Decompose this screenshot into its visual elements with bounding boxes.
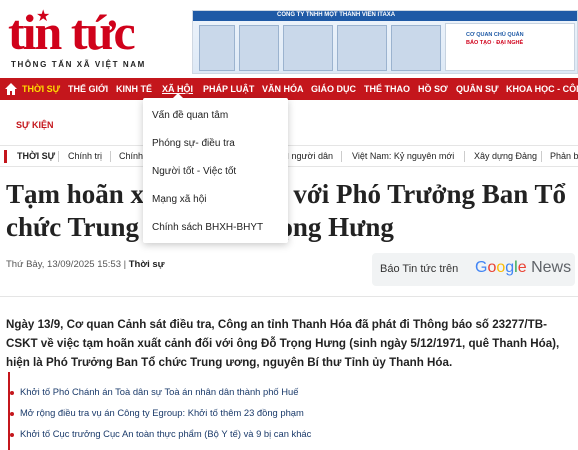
dropdown-item-bhxh-bhyt[interactable]: Chính sách BHXH-BHYT <box>152 222 263 233</box>
topic-chinh-tri[interactable]: Chính trị <box>68 146 102 167</box>
bullet-icon <box>10 433 14 437</box>
banner-image <box>391 25 441 71</box>
topic-xay-dung-dang[interactable]: Xây dựng Đảng <box>474 146 537 167</box>
banner-image <box>283 25 333 71</box>
logo-star-icon: ★ <box>36 8 51 25</box>
nav-item-the-gioi[interactable]: THẾ GIỚI <box>68 78 108 100</box>
su-kien-link[interactable]: SỰ KIỆN <box>16 120 53 130</box>
nav-item-thoi-su[interactable]: THỜI SỰ <box>22 78 60 100</box>
banner-text: CÔNG TY TNHH MỘT THÀNH VIÊN ITAXA <box>277 12 396 18</box>
topic-divider <box>464 151 465 162</box>
dropdown-item-phong-su-dieu-tra[interactable]: Phóng sự- điều tra <box>152 138 235 149</box>
dropdown-item-van-de-quan-tam[interactable]: Vấn đề quan tâm <box>152 110 228 121</box>
home-icon[interactable] <box>4 82 18 96</box>
banner-card: CƠ QUAN CHỦ QUẢN BÁO TẠO · ĐẠI NGHÉ <box>445 23 575 71</box>
topic-phan-bac[interactable]: Phản b <box>550 146 578 167</box>
article-category[interactable]: Thời sự <box>129 259 165 270</box>
logo-title: tin tức <box>8 4 136 60</box>
related-link[interactable]: Khởi tố Phó Chánh án Toà dân sự Toà án n… <box>20 386 298 397</box>
topic-divider <box>541 151 542 162</box>
section-divider <box>0 296 578 297</box>
topic-thoi-su[interactable]: THỜI SỰ <box>17 146 55 167</box>
banner-card-line: CƠ QUAN CHỦ QUẢN <box>466 32 524 38</box>
xa-hoi-dropdown-menu: Vấn đề quan tâm Phóng sự- điều tra Người… <box>143 93 288 243</box>
banner-image <box>337 25 387 71</box>
dropdown-item-mang-xa-hoi[interactable]: Mạng xã hội <box>152 194 206 205</box>
dropdown-item-nguoi-tot-viec-tot[interactable]: Người tốt - Việc tốt <box>152 166 236 177</box>
nav-item-phap-luat[interactable]: PHÁP LUẬT <box>203 78 254 100</box>
related-link[interactable]: Khởi tố Cục trưởng Cục An toàn thực phẩm… <box>20 428 311 439</box>
site-logo[interactable]: tin tức ★ THÔNG TẤN XÃ VIỆT NAM <box>8 4 178 72</box>
topics-strip: THỜI SỰ Chính trị Chính vì người dân Việ… <box>0 146 578 167</box>
topic-ky-nguyen-moi[interactable]: Việt Nam: Kỷ nguyên mới <box>352 146 454 167</box>
banner-image <box>199 25 235 71</box>
topics-marker <box>4 150 7 163</box>
dropdown-caret-icon <box>173 93 183 98</box>
nav-item-van-hoa[interactable]: VĂN HÓA <box>262 78 304 100</box>
related-articles: Khởi tố Phó Chánh án Toà dân sự Toà án n… <box>8 372 574 450</box>
banner-image <box>239 25 279 71</box>
article-lead: Ngày 13/9, Cơ quan Cảnh sát điều tra, Cô… <box>6 318 560 369</box>
topic-vi-nguoi-dan[interactable]: vì người dân <box>282 146 333 167</box>
section-subheader <box>0 100 578 146</box>
google-news-logo: Google News <box>475 259 572 276</box>
logo-subtitle: THÔNG TẤN XÃ VIỆT NAM <box>11 60 146 69</box>
site-header: tin tức ★ THÔNG TẤN XÃ VIỆT NAM CÔNG TY … <box>0 0 578 78</box>
banner-card-line: BÁO TẠO · ĐẠI NGHÉ <box>466 40 524 46</box>
google-news-button[interactable]: Báo Tin tức trên Google News <box>372 253 575 286</box>
topic-divider <box>341 151 342 162</box>
related-link[interactable]: Mở rộng điều tra vụ án Công ty Egroup: K… <box>20 407 304 418</box>
bullet-icon <box>10 412 14 416</box>
article-meta: Thứ Bảy, 13/09/2025 15:53 | Thời sự <box>6 259 165 270</box>
page: tin tức ★ THÔNG TẤN XÃ VIỆT NAM CÔNG TY … <box>0 0 578 450</box>
article-headline: Tạm hoãn xuất cảnh đối với Phó Trưởng Ba… <box>6 179 566 242</box>
topic-chinh[interactable]: Chính <box>119 146 143 167</box>
topic-divider <box>58 151 59 162</box>
nav-item-khoa-hoc[interactable]: KHOA HỌC - CÔNG <box>506 78 578 100</box>
nav-item-giao-duc[interactable]: GIÁO DỤC <box>311 78 356 100</box>
nav-item-the-thao[interactable]: THỂ THAO <box>364 78 410 100</box>
google-news-label: Báo Tin tức trên <box>380 263 459 275</box>
nav-item-ho-so[interactable]: HỒ SƠ <box>418 78 448 100</box>
article-date: Thứ Bảy, 13/09/2025 15:53 <box>6 259 121 270</box>
topic-divider <box>110 151 111 162</box>
main-nav: THỜI SỰ THẾ GIỚI KINH TẾ XÃ HỘI PHÁP LUẬ… <box>0 78 578 100</box>
bullet-icon <box>10 391 14 395</box>
ad-banner[interactable]: CÔNG TY TNHH MỘT THÀNH VIÊN ITAXA CƠ QUA… <box>192 10 578 74</box>
nav-item-kinh-te[interactable]: KINH TẾ <box>116 78 152 100</box>
nav-item-quan-su[interactable]: QUÂN SỰ <box>456 78 498 100</box>
